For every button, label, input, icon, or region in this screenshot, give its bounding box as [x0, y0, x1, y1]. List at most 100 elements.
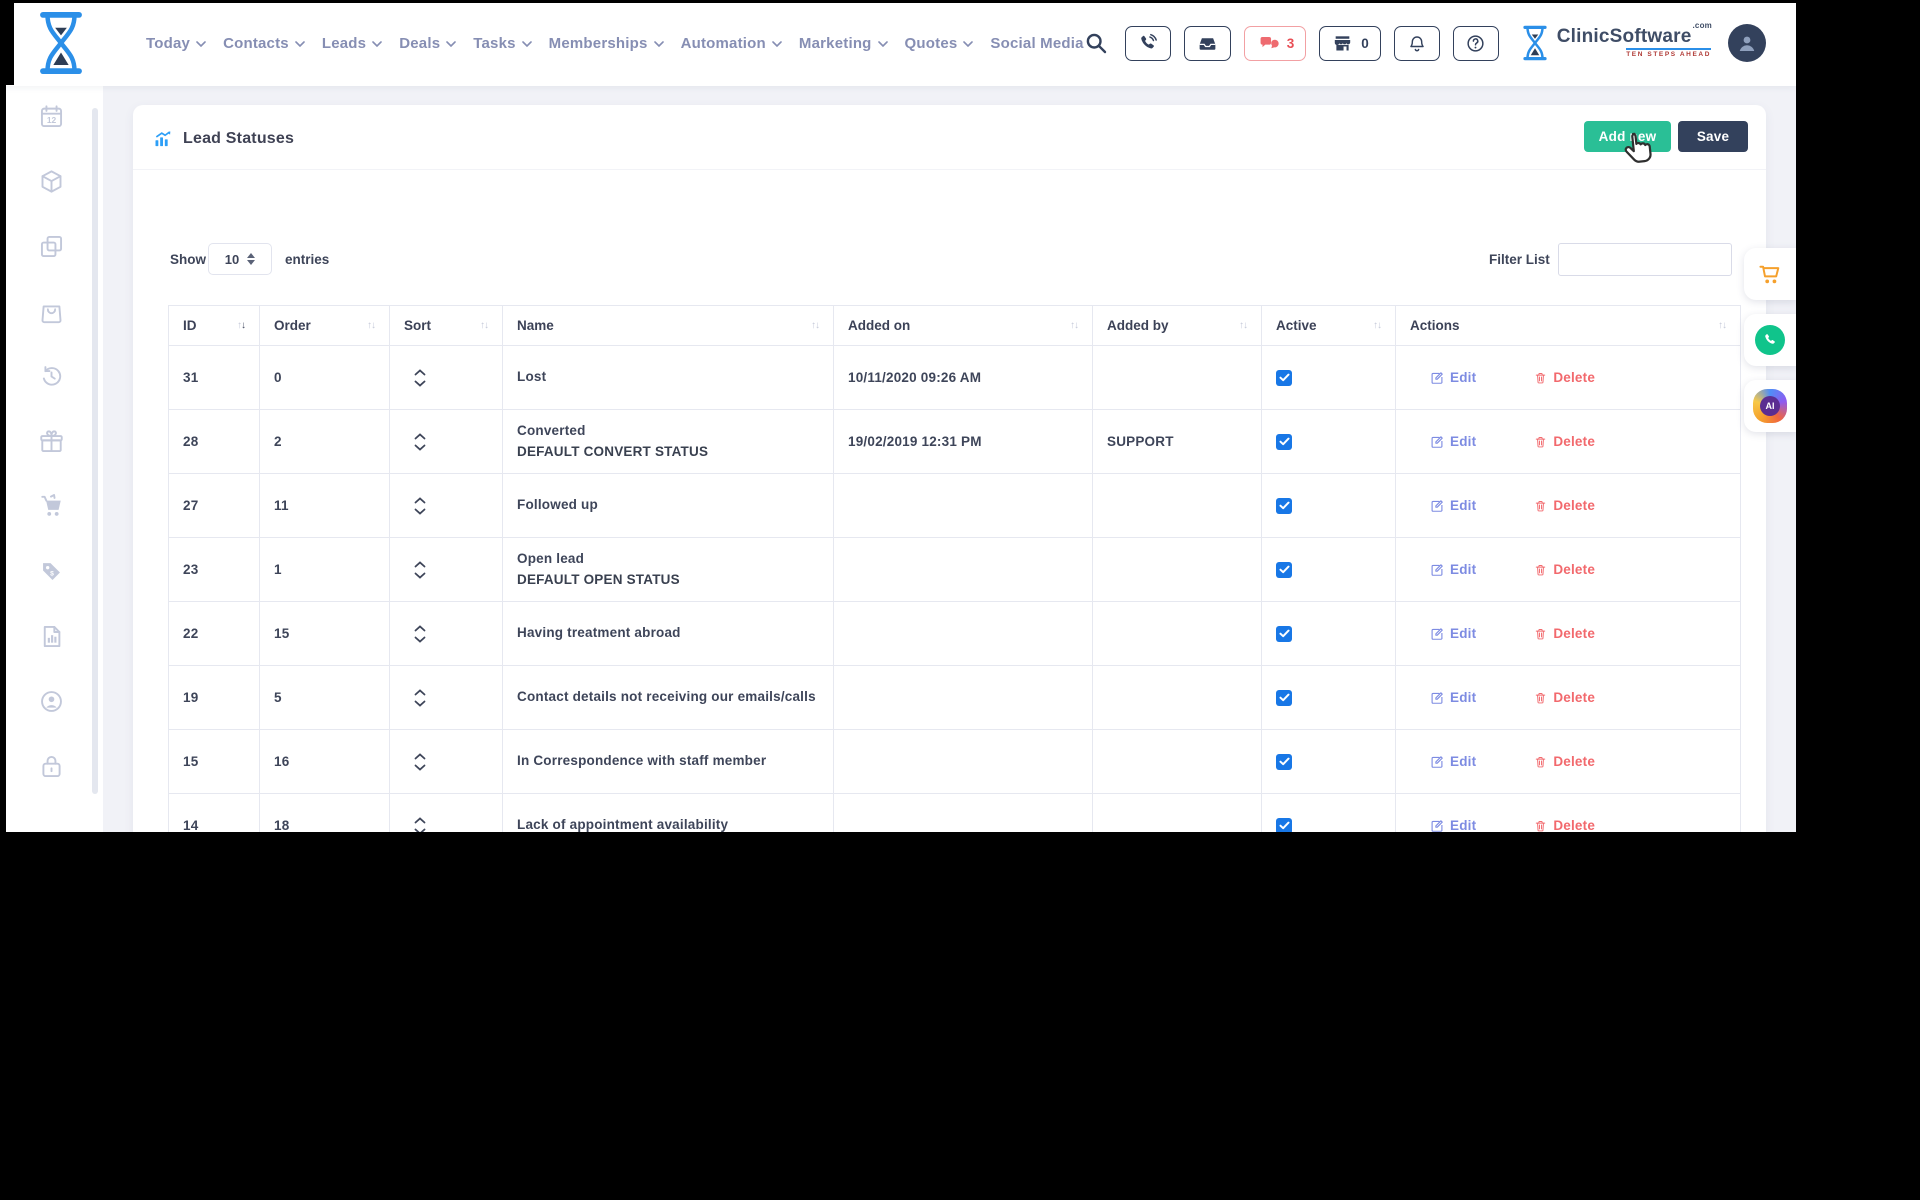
sort-up-button[interactable] [414, 623, 426, 634]
page-size-select[interactable]: 10 [208, 243, 272, 275]
cart-icon[interactable] [38, 493, 65, 520]
sort-up-button[interactable] [414, 751, 426, 762]
sort-down-button[interactable] [414, 506, 426, 517]
edit-icon [1430, 691, 1444, 705]
whatsapp-float-button[interactable] [1744, 314, 1796, 366]
column-header[interactable]: Added on ↑↓ [834, 306, 1093, 346]
history-icon[interactable] [38, 363, 65, 390]
cell-id: 27 [169, 474, 260, 538]
sort-up-button[interactable] [414, 431, 426, 442]
tag-icon[interactable]: $ [38, 558, 65, 585]
nav-item[interactable]: Memberships [549, 35, 664, 52]
delete-label: Delete [1553, 562, 1595, 577]
cell-active [1262, 666, 1396, 730]
delete-link[interactable]: Delete [1534, 498, 1595, 513]
column-header[interactable]: ID ↑↓ [169, 306, 260, 346]
active-checkbox[interactable] [1276, 370, 1292, 386]
edit-link[interactable]: Edit [1430, 818, 1476, 832]
cart-orange-icon [1756, 260, 1784, 288]
active-checkbox[interactable] [1276, 562, 1292, 578]
locker-icon[interactable] [38, 753, 65, 780]
store-button[interactable]: 0 [1319, 26, 1381, 61]
active-checkbox[interactable] [1276, 818, 1292, 833]
sort-down-button[interactable] [414, 570, 426, 581]
sort-up-button[interactable] [414, 559, 426, 570]
sort-up-button[interactable] [414, 495, 426, 506]
package-icon[interactable] [38, 168, 65, 195]
top-actions: 30 ClinicSoftware.com TEN STEPS AHEAD [1084, 23, 1766, 63]
column-header[interactable]: Name ↑↓ [503, 306, 834, 346]
active-checkbox[interactable] [1276, 690, 1292, 706]
active-checkbox[interactable] [1276, 626, 1292, 642]
report-icon[interactable] [38, 623, 65, 650]
nav-item[interactable]: Tasks [473, 35, 531, 52]
delete-link[interactable]: Delete [1534, 754, 1595, 769]
inbox-button[interactable] [1184, 26, 1231, 61]
sidebar-scrollbar[interactable] [92, 108, 98, 794]
nav-item[interactable]: Quotes [905, 35, 974, 52]
search-icon[interactable] [1084, 31, 1108, 55]
nav-item[interactable]: Marketing [799, 35, 888, 52]
calendar-icon[interactable]: 12 [38, 103, 65, 130]
delete-link[interactable]: Delete [1534, 562, 1595, 577]
sort-up-button[interactable] [414, 687, 426, 698]
help-button[interactable] [1453, 26, 1499, 61]
column-header[interactable]: Active ↑↓ [1262, 306, 1396, 346]
delete-link[interactable]: Delete [1534, 690, 1595, 705]
sort-up-button[interactable] [414, 815, 426, 826]
delete-link[interactable]: Delete [1534, 818, 1595, 832]
cell-sort [390, 538, 503, 602]
filter-input[interactable] [1558, 243, 1732, 276]
nav-item[interactable]: Automation [681, 35, 782, 52]
column-header[interactable]: Added by ↑↓ [1093, 306, 1262, 346]
cell-added-on [834, 538, 1093, 602]
sort-down-button[interactable] [414, 762, 426, 773]
delete-link[interactable]: Delete [1534, 434, 1595, 449]
edit-link[interactable]: Edit [1430, 754, 1476, 769]
avatar[interactable] [1728, 24, 1766, 62]
status-name: Lost [517, 367, 819, 387]
active-checkbox[interactable] [1276, 434, 1292, 450]
sort-up-button[interactable] [414, 367, 426, 378]
sort-down-button[interactable] [414, 378, 426, 389]
edit-link[interactable]: Edit [1430, 626, 1476, 641]
delete-label: Delete [1553, 626, 1595, 641]
edit-link[interactable]: Edit [1430, 370, 1476, 385]
save-button[interactable]: Save [1678, 121, 1748, 152]
active-checkbox[interactable] [1276, 754, 1292, 770]
chat-button[interactable]: 3 [1244, 26, 1307, 61]
nav-item[interactable]: Social Media [990, 35, 1083, 52]
active-checkbox[interactable] [1276, 498, 1292, 514]
column-header[interactable]: Sort ↑↓ [390, 306, 503, 346]
column-header[interactable]: Order ↑↓ [260, 306, 390, 346]
cart-orange-float-button[interactable] [1744, 248, 1796, 300]
nav-item[interactable]: Leads [322, 35, 382, 52]
sort-down-button[interactable] [414, 442, 426, 453]
nav-item[interactable]: Today [146, 35, 206, 52]
bell-button[interactable] [1394, 26, 1440, 61]
shopping-bag-icon[interactable] [38, 298, 65, 325]
ai-icon: AI [1753, 389, 1787, 423]
sort-down-button[interactable] [414, 634, 426, 645]
column-header[interactable]: Actions ↑↓ [1396, 306, 1741, 346]
edit-link[interactable]: Edit [1430, 434, 1476, 449]
edit-link[interactable]: Edit [1430, 498, 1476, 513]
delete-link[interactable]: Delete [1534, 370, 1595, 385]
app-logo-hourglass-icon[interactable] [34, 8, 88, 78]
ai-float-button[interactable]: AI [1744, 380, 1796, 432]
nav-item-label: Contacts [223, 35, 289, 52]
nav-item[interactable]: Contacts [223, 35, 305, 52]
sort-down-button[interactable] [414, 826, 426, 833]
edit-link[interactable]: Edit [1430, 562, 1476, 577]
sort-down-button[interactable] [414, 698, 426, 709]
nav-item[interactable]: Deals [399, 35, 456, 52]
edit-link[interactable]: Edit [1430, 690, 1476, 705]
gift-icon[interactable] [38, 428, 65, 455]
phone-button[interactable] [1125, 26, 1171, 61]
copy-icon[interactable] [38, 233, 65, 260]
account-icon[interactable] [38, 688, 65, 715]
cell-id: 19 [169, 666, 260, 730]
delete-link[interactable]: Delete [1534, 626, 1595, 641]
cell-order: 2 [260, 410, 390, 474]
cell-order: 16 [260, 730, 390, 794]
